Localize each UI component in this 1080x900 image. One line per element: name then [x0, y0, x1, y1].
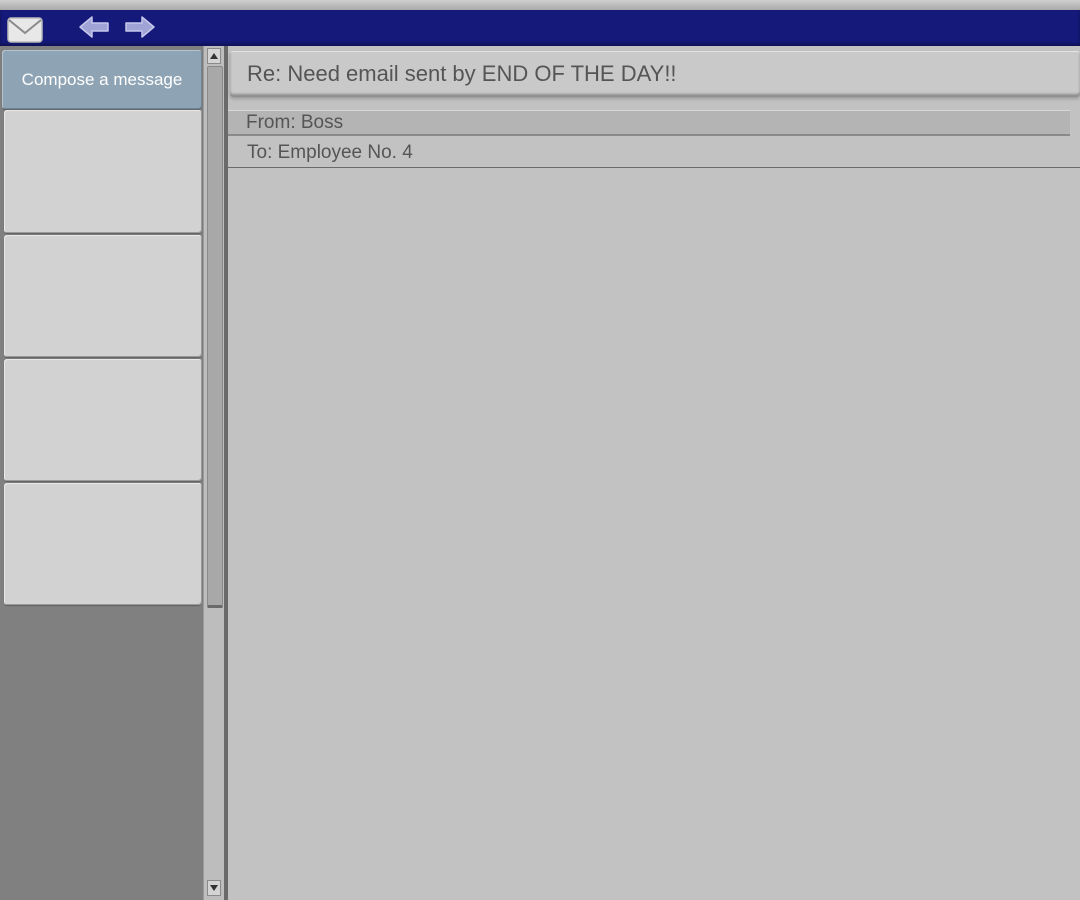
email-subject: Re: Need email sent by END OF THE DAY!! [230, 51, 1080, 97]
email-body [228, 169, 1080, 900]
compose-button[interactable]: Compose a message [2, 50, 202, 109]
sidebar: Compose a message [0, 46, 203, 900]
sidebar-scrollbar[interactable] [203, 46, 224, 900]
arrow-left-icon[interactable] [78, 15, 110, 39]
message-slot[interactable] [4, 359, 202, 481]
email-view: Re: Need email sent by END OF THE DAY!! … [228, 46, 1080, 900]
email-from: From: Boss [228, 110, 1070, 136]
scroll-up-arrow-icon[interactable] [207, 48, 221, 64]
scroll-thumb[interactable] [207, 66, 223, 608]
message-slot[interactable] [4, 483, 202, 605]
message-slot[interactable] [4, 110, 202, 233]
email-to: To: Employee No. 4 [228, 138, 1080, 168]
window-top-strip [0, 0, 1080, 10]
toolbar [0, 10, 1080, 46]
message-slot[interactable] [4, 235, 202, 357]
scroll-down-arrow-icon[interactable] [207, 880, 221, 896]
mail-icon[interactable] [6, 16, 44, 44]
arrow-right-icon[interactable] [124, 15, 156, 39]
